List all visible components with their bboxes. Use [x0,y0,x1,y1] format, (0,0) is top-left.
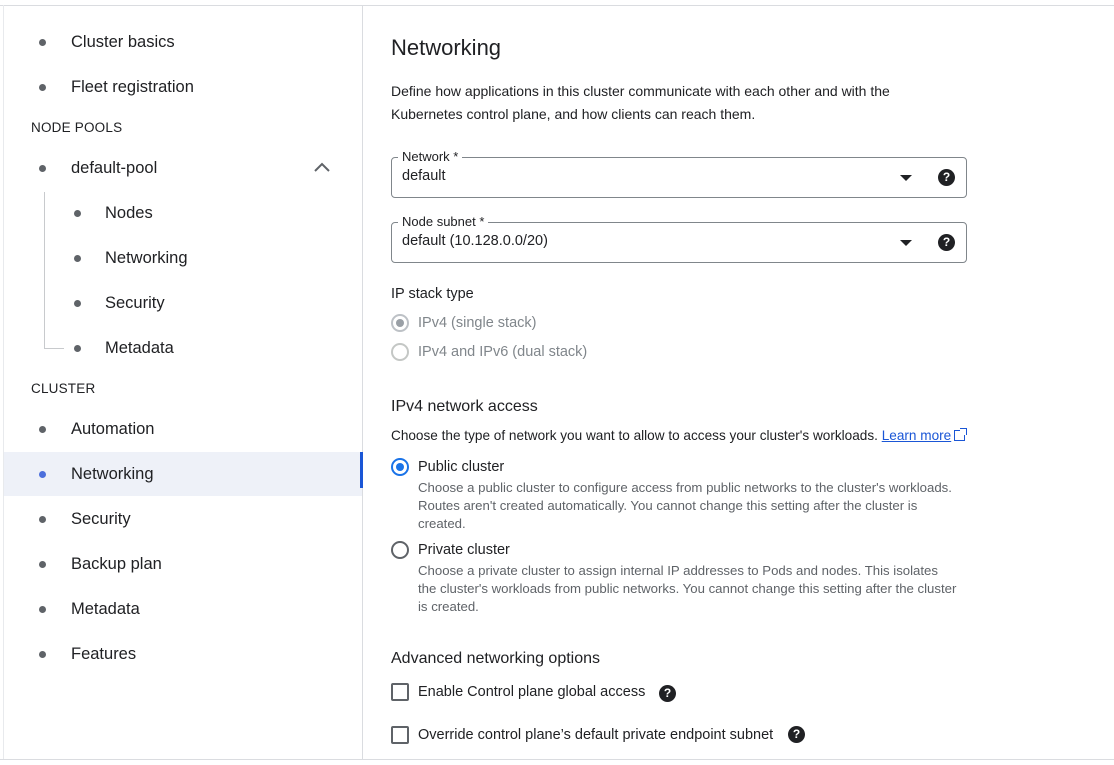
sidebar-item-label: Features [71,645,137,663]
bullet-icon [39,84,46,91]
sidebar-item-label: Metadata [71,600,140,618]
radio-unchecked-icon [391,343,409,361]
radio-label: IPv4 and IPv6 (dual stack) [418,344,588,360]
checkbox-label: Override control plane’s default private… [418,727,774,743]
private-cluster-description: Choose a private cluster to assign inter… [418,563,957,614]
sidebar-item-security[interactable]: Security [4,497,362,541]
ipv4-access-heading: IPv4 network access [391,398,538,415]
bullet-icon [39,651,46,658]
bullet-icon [74,210,81,217]
radio-checked-icon [391,314,409,332]
network-select-label: Network * [398,149,463,165]
sidebar-item-label: Nodes [105,204,153,222]
bullet-icon [74,255,81,262]
sidebar-item-label: Networking [71,465,154,483]
node-subnet-select-value: default (10.128.0.0/20) [402,233,548,249]
page-title: Networking [391,35,502,60]
sidebar-item-pool-metadata[interactable]: Metadata [4,326,362,370]
sidebar-item-label: default-pool [71,159,158,177]
radio-unchecked-icon [391,541,409,559]
sidebar-item-label: Backup plan [71,555,162,573]
bullet-icon [39,39,46,46]
cluster-header: CLUSTER [31,381,96,396]
checkbox-unchecked-icon [391,683,409,701]
bottom-divider [0,759,1114,760]
sidebar-item-default-pool[interactable]: default-pool [4,146,362,190]
sidebar-item-cluster-basics[interactable]: Cluster basics [4,20,362,64]
help-icon[interactable]: ? [938,234,955,251]
network-select-value: default [402,168,446,184]
node-pools-header: NODE POOLS [31,120,123,135]
sidebar-item-label: Metadata [105,339,174,357]
radio-label: IPv4 (single stack) [418,315,537,331]
sidebar-item-pool-networking[interactable]: Networking [4,236,362,280]
active-indicator [360,452,363,488]
node-subnet-select-label: Node subnet * [398,214,489,230]
bullet-icon [39,606,46,613]
bullet-icon [39,471,46,478]
access-description-text: Choose the type of network you want to a… [391,428,878,443]
sidebar-item-label: Security [105,294,165,312]
network-select[interactable]: Network * default ? [391,149,967,198]
advanced-networking-heading: Advanced networking options [391,650,601,667]
sidebar-item-metadata[interactable]: Metadata [4,587,362,631]
sidebar-item-backup-plan[interactable]: Backup plan [4,542,362,586]
chevron-up-icon[interactable] [313,160,331,174]
sidebar-item-label: Automation [71,420,155,438]
sidebar-item-label: Security [71,510,131,528]
sidebar-nav: Cluster basics Fleet registration NODE P… [4,6,363,759]
bullet-icon [39,561,46,568]
checkbox-label: Enable Control plane global access [418,684,646,700]
radio-label: Private cluster [418,542,510,558]
node-subnet-select[interactable]: Node subnet * default (10.128.0.0/20) ? [391,214,967,263]
ipv4-access-description: Choose the type of network you want to a… [391,428,968,443]
bullet-icon [74,345,81,352]
sidebar-item-fleet-registration[interactable]: Fleet registration [4,65,362,109]
sidebar-item-pool-security[interactable]: Security [4,281,362,325]
sidebar-item-pool-nodes[interactable]: Nodes [4,191,362,235]
sidebar-item-networking[interactable]: Networking [4,452,363,496]
bullet-icon [39,165,46,172]
page-description: Define how applications in this cluster … [391,83,890,122]
bullet-icon [74,300,81,307]
radio-checked-icon [391,458,409,476]
sidebar-item-label: Networking [105,249,188,267]
help-icon[interactable]: ? [788,726,805,743]
sidebar-item-features[interactable]: Features [4,632,362,676]
learn-more-link[interactable]: Learn more [882,428,952,443]
external-link-icon [954,428,968,441]
dropdown-arrow-icon [900,240,912,246]
help-icon[interactable]: ? [938,169,955,186]
bullet-icon [39,516,46,523]
checkbox-unchecked-icon [391,726,409,744]
ip-stack-heading: IP stack type [391,286,474,302]
public-cluster-description: Choose a public cluster to configure acc… [418,480,952,531]
sidebar-item-label: Fleet registration [71,78,194,96]
sidebar-item-label: Cluster basics [71,33,175,51]
radio-label: Public cluster [418,459,505,475]
bullet-icon [39,426,46,433]
sidebar-item-automation[interactable]: Automation [4,407,362,451]
dropdown-arrow-icon [900,175,912,181]
help-icon[interactable]: ? [659,685,676,702]
